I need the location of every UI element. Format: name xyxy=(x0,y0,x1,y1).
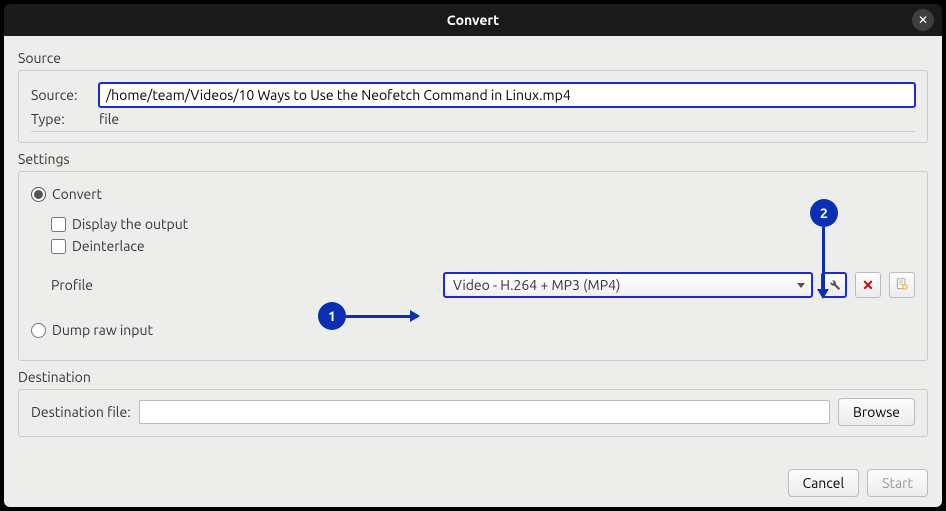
deinterlace-label: Deinterlace xyxy=(72,238,145,254)
start-button: Start xyxy=(867,469,928,497)
divider xyxy=(31,131,915,132)
annotation-badge-2: 2 xyxy=(810,199,838,227)
destination-section-label: Destination xyxy=(18,369,928,385)
settings-section-label: Settings xyxy=(18,151,928,167)
annotation-badge-1: 1 xyxy=(318,302,346,330)
convert-radio-label: Convert xyxy=(52,186,102,202)
type-label: Type: xyxy=(31,111,91,127)
destination-file-label: Destination file: xyxy=(31,404,131,420)
deinterlace-checkbox[interactable] xyxy=(51,239,66,254)
source-input[interactable] xyxy=(99,83,915,107)
settings-fieldset: Convert Display the output Deinterlace P… xyxy=(18,171,928,361)
display-output-checkbox[interactable] xyxy=(51,217,66,232)
footer-buttons: Cancel Start xyxy=(788,469,928,497)
browse-button[interactable]: Browse xyxy=(838,398,915,426)
source-section-label: Source xyxy=(18,50,928,66)
window-title: Convert xyxy=(447,12,499,28)
display-output-label: Display the output xyxy=(72,216,188,232)
source-fieldset: Source: Type: file xyxy=(18,70,928,143)
convert-radio[interactable] xyxy=(31,187,46,202)
destination-fieldset: Destination file: Browse xyxy=(18,389,928,437)
wrench-icon xyxy=(827,277,841,294)
annotation-arrow-2 xyxy=(822,227,825,297)
destination-file-input[interactable] xyxy=(139,400,830,424)
dump-radio-label: Dump raw input xyxy=(52,322,153,338)
dump-radio[interactable] xyxy=(31,323,46,338)
cancel-button[interactable]: Cancel xyxy=(788,469,860,497)
new-file-icon xyxy=(895,277,909,294)
profile-label: Profile xyxy=(51,277,291,293)
source-label: Source: xyxy=(31,87,91,103)
type-value: file xyxy=(99,111,119,127)
profile-select[interactable]: Video - H.264 + MP3 (MP4) xyxy=(443,272,813,298)
x-icon: ✕ xyxy=(862,277,874,294)
close-icon: ✕ xyxy=(918,13,928,27)
new-profile-button[interactable] xyxy=(889,272,915,298)
titlebar: Convert ✕ xyxy=(4,4,942,36)
chevron-down-icon xyxy=(797,283,805,288)
delete-profile-button[interactable]: ✕ xyxy=(855,272,881,298)
profile-select-value: Video - H.264 + MP3 (MP4) xyxy=(453,277,620,293)
annotation-arrow-1 xyxy=(346,315,418,318)
close-button[interactable]: ✕ xyxy=(912,9,934,31)
